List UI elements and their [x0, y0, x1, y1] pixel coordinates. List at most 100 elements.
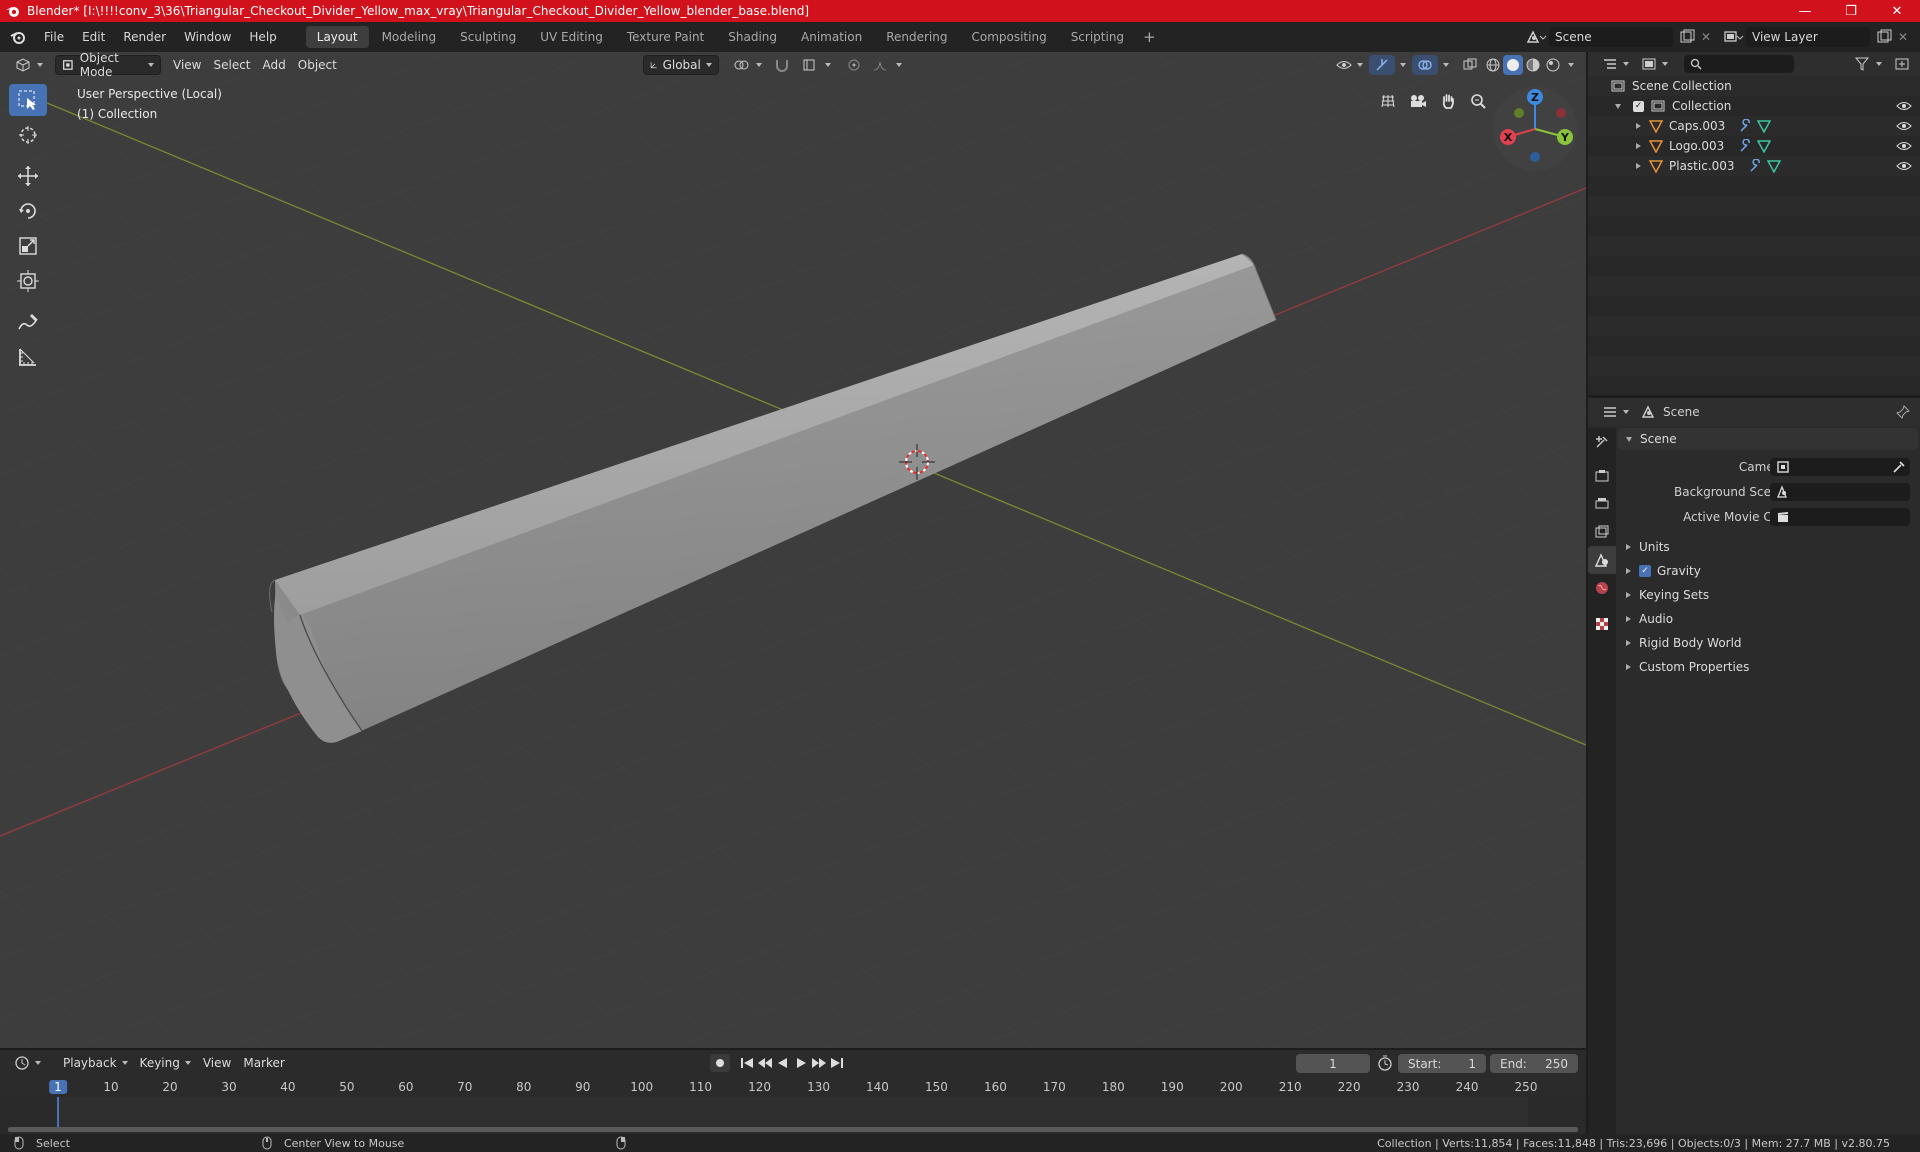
- rotate-tool[interactable]: [9, 195, 47, 227]
- view-layer-name-field[interactable]: View Layer: [1746, 27, 1870, 47]
- audio-panel-header[interactable]: Audio: [1618, 608, 1918, 630]
- playback-menu[interactable]: Playback: [57, 1053, 134, 1073]
- proportional-falloff-button[interactable]: [867, 55, 908, 75]
- marker-menu[interactable]: Marker: [237, 1053, 290, 1073]
- expand-collapse-icon[interactable]: [1636, 143, 1641, 149]
- tab-view-layer[interactable]: [1588, 518, 1616, 546]
- display-mode-button[interactable]: [1635, 54, 1674, 74]
- eye-icon[interactable]: [1896, 160, 1912, 172]
- outliner-object-row[interactable]: Caps.003: [1588, 116, 1920, 136]
- expand-collapse-icon[interactable]: [1615, 103, 1621, 109]
- toggle-grid-view-button[interactable]: [1375, 88, 1401, 114]
- jump-to-keyframe-forward-icon[interactable]: [810, 1056, 828, 1070]
- proportional-edit-toggle[interactable]: [841, 55, 867, 75]
- menu-help[interactable]: Help: [240, 22, 285, 52]
- rigid-body-world-panel-header[interactable]: Rigid Body World: [1618, 632, 1918, 654]
- exclude-checkbox[interactable]: ✓: [1633, 100, 1644, 112]
- measure-tool[interactable]: [9, 341, 47, 373]
- tab-render[interactable]: [1588, 462, 1616, 490]
- object-mode-dropdown[interactable]: Object Mode: [55, 51, 161, 79]
- jump-to-keyframe-back-icon[interactable]: [756, 1056, 774, 1070]
- add-workspace-button[interactable]: +: [1137, 28, 1162, 46]
- pin-icon[interactable]: [1896, 405, 1910, 419]
- start-frame-field[interactable]: Start: 1: [1398, 1054, 1486, 1073]
- timeline-scrollbar[interactable]: [8, 1127, 1578, 1132]
- gizmo-neg-z[interactable]: [1530, 152, 1540, 162]
- active-movie-clip-field[interactable]: [1770, 508, 1910, 526]
- minimize-button[interactable]: —: [1782, 0, 1828, 22]
- cursor-tool[interactable]: [9, 119, 47, 151]
- tab-world[interactable]: [1588, 574, 1616, 602]
- overlays-dropdown-chevron[interactable]: [1443, 63, 1449, 67]
- filter-button[interactable]: [1849, 54, 1888, 74]
- outliner-object-row[interactable]: Plastic.003: [1588, 156, 1920, 176]
- scale-tool[interactable]: [9, 230, 47, 262]
- viewport-menu-view[interactable]: View: [167, 55, 207, 75]
- properties-editor-type-button[interactable]: [1596, 402, 1635, 422]
- xray-toggle[interactable]: [1457, 55, 1483, 75]
- snap-target-button[interactable]: [796, 55, 837, 75]
- blender-menu-icon[interactable]: [10, 29, 26, 45]
- menu-window[interactable]: Window: [175, 22, 240, 52]
- record-button[interactable]: [710, 1054, 730, 1072]
- background-scene-field[interactable]: [1770, 483, 1910, 501]
- tab-modeling[interactable]: Modeling: [371, 26, 448, 48]
- navigation-gizmo[interactable]: Z Y X: [1490, 84, 1580, 174]
- maximize-button[interactable]: ❐: [1828, 0, 1874, 22]
- tab-rendering[interactable]: Rendering: [875, 26, 958, 48]
- shading-dropdown-chevron[interactable]: [1568, 63, 1574, 67]
- delete-scene-icon[interactable]: ✕: [1701, 30, 1711, 44]
- zoom-view-button[interactable]: [1465, 88, 1491, 114]
- tab-scripting[interactable]: Scripting: [1060, 26, 1135, 48]
- transform-orientation-dropdown[interactable]: Global: [642, 55, 719, 75]
- viewport-canvas[interactable]: [0, 52, 1586, 1048]
- expand-collapse-icon[interactable]: [1636, 123, 1641, 129]
- solid-shading-button[interactable]: [1503, 55, 1523, 75]
- eye-icon[interactable]: [1896, 100, 1912, 112]
- gizmo-dropdown-chevron[interactable]: [1400, 63, 1406, 67]
- current-frame-field[interactable]: 1: [1296, 1054, 1370, 1073]
- menu-render[interactable]: Render: [114, 22, 175, 52]
- camera-view-button[interactable]: [1405, 88, 1431, 114]
- keying-sets-panel-header[interactable]: Keying Sets: [1618, 584, 1918, 606]
- preview-range-stopwatch-icon[interactable]: [1376, 1055, 1394, 1071]
- gizmo-neg-x[interactable]: [1556, 108, 1566, 118]
- new-collection-button[interactable]: [1888, 54, 1916, 74]
- menu-file[interactable]: File: [35, 22, 73, 52]
- viewport-menu-add[interactable]: Add: [257, 55, 292, 75]
- tab-uv-editing[interactable]: UV Editing: [529, 26, 614, 48]
- overlays-toggle[interactable]: [1412, 55, 1438, 75]
- play-icon[interactable]: [792, 1056, 810, 1070]
- tab-layout[interactable]: Layout: [305, 26, 369, 48]
- pivot-point-button[interactable]: [727, 55, 768, 75]
- transform-tool[interactable]: [9, 265, 47, 297]
- tab-shading[interactable]: Shading: [717, 26, 788, 48]
- tab-texture-paint[interactable]: Texture Paint: [616, 26, 715, 48]
- 3d-viewport[interactable]: [0, 52, 1586, 1048]
- view-layer-icon[interactable]: [1722, 29, 1744, 45]
- move-tool[interactable]: [9, 160, 47, 192]
- snap-toggle[interactable]: [768, 55, 796, 75]
- viewport-menu-object[interactable]: Object: [292, 55, 343, 75]
- tab-scene[interactable]: [1588, 546, 1616, 574]
- menu-edit[interactable]: Edit: [73, 22, 114, 52]
- gizmo-toggle[interactable]: [1369, 55, 1395, 75]
- scene-panel-header[interactable]: Scene: [1618, 428, 1918, 450]
- tab-compositing[interactable]: Compositing: [960, 26, 1057, 48]
- jump-to-end-icon[interactable]: [828, 1056, 846, 1070]
- scene-icon[interactable]: [1525, 29, 1547, 45]
- play-reverse-icon[interactable]: [774, 1056, 792, 1070]
- gravity-checkbox[interactable]: ✓: [1639, 565, 1651, 577]
- units-panel-header[interactable]: Units: [1618, 536, 1918, 558]
- scene-name-field[interactable]: Scene: [1549, 27, 1673, 47]
- end-frame-field[interactable]: End: 250: [1490, 1054, 1578, 1073]
- timeline-editor-type-button[interactable]: [8, 1053, 47, 1073]
- scene-collection-row[interactable]: Scene Collection: [1588, 76, 1920, 96]
- wireframe-shading-button[interactable]: [1483, 55, 1503, 75]
- close-button[interactable]: ✕: [1874, 0, 1920, 22]
- collection-row[interactable]: ✓ Collection: [1588, 96, 1920, 116]
- material-shading-button[interactable]: [1523, 55, 1543, 75]
- annotate-tool[interactable]: [9, 306, 47, 338]
- select-box-tool[interactable]: [9, 84, 47, 116]
- outliner-editor-type-button[interactable]: [1596, 54, 1635, 74]
